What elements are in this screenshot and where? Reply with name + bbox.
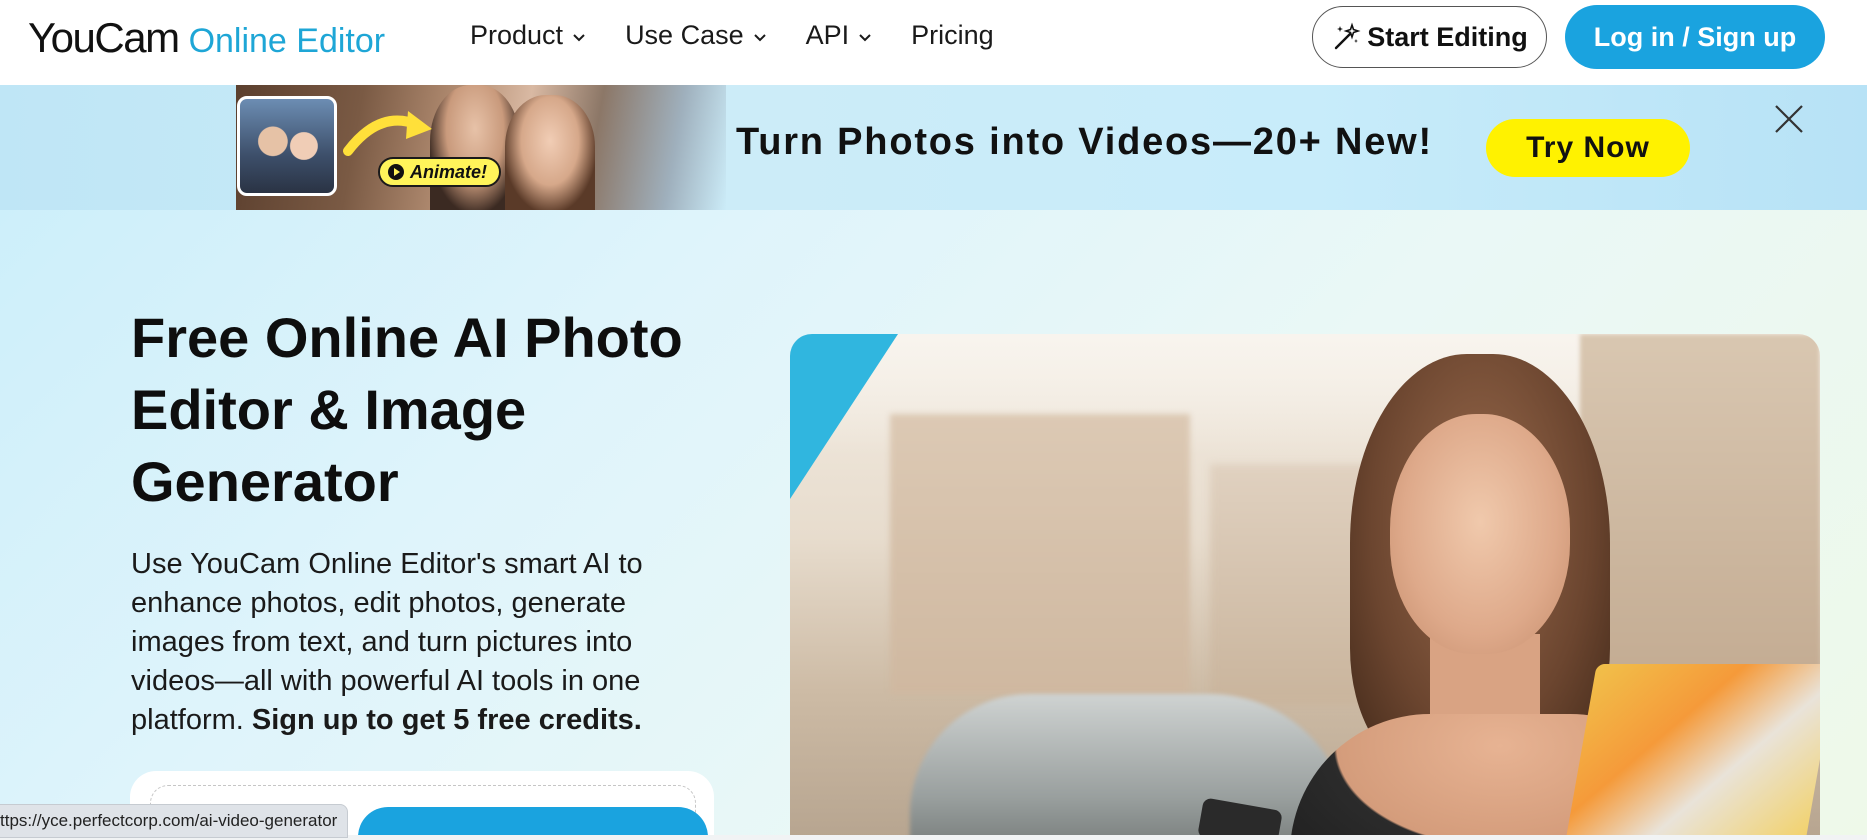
play-icon (388, 164, 404, 180)
nav-label: API (805, 20, 850, 50)
photo-woman-face (1390, 414, 1570, 654)
animate-badge: Animate! (378, 157, 502, 187)
start-editing-button[interactable]: Start Editing (1312, 6, 1547, 68)
banner-person-woman (505, 95, 595, 210)
hero-section: Free Online AI Photo Editor & Image Gene… (0, 210, 1867, 835)
status-bar-url: ttps://yce.perfectcorp.com/ai-video-gene… (0, 804, 349, 838)
magic-wand-icon (1335, 22, 1361, 50)
try-now-button[interactable]: Try Now (1486, 119, 1690, 177)
banner-thumbnail-photo (237, 96, 337, 196)
logo-subtitle: Online Editor (188, 22, 386, 60)
logo-wordmark: YouCam (28, 14, 180, 61)
close-icon[interactable] (1773, 103, 1805, 135)
nav-label: Use Case (625, 20, 744, 50)
hero-description: Use YouCam Online Editor's smart AI to e… (131, 545, 691, 740)
hero-photo-woman-shopping (790, 334, 1820, 835)
curved-arrow-icon (343, 111, 432, 156)
youcam-logo[interactable]: YouCam Online Editor (28, 14, 385, 62)
animate-badge-label: Animate! (410, 161, 488, 182)
hero-description-bold: Sign up to get 5 free credits. (251, 704, 642, 736)
banner-headline: Turn Photos into Videos—20+ New! (736, 121, 1433, 163)
nav-item-pricing[interactable]: Pricing (911, 20, 994, 51)
chevron-down-icon (859, 33, 871, 41)
nav-label: Pricing (911, 20, 994, 50)
upload-button[interactable] (358, 807, 708, 835)
hero-title: Free Online AI Photo Editor & Image Gene… (131, 306, 683, 513)
photo-building (1210, 464, 1370, 704)
nav-label: Product (470, 20, 564, 50)
chevron-down-icon (573, 33, 585, 41)
accent-triangle (790, 334, 898, 499)
nav-item-product[interactable]: Product (470, 20, 587, 51)
photo-shopping-bags (1563, 664, 1820, 835)
login-signup-label: Log in / Sign up (1593, 21, 1797, 52)
nav-item-use-case[interactable]: Use Case (625, 20, 768, 51)
start-editing-label: Start Editing (1367, 21, 1528, 52)
photo-building (890, 414, 1190, 694)
promo-banner[interactable]: Animate! Turn Photos into Videos—20+ New… (0, 85, 1867, 210)
main-nav: Product Use Case API Pricing (470, 20, 1032, 51)
site-header: YouCam Online Editor Product Use Case AP… (0, 0, 1867, 85)
login-signup-button[interactable]: Log in / Sign up (1565, 5, 1825, 69)
chevron-down-icon (753, 33, 766, 41)
nav-item-api[interactable]: API (806, 20, 874, 51)
photo-car (910, 694, 1350, 835)
